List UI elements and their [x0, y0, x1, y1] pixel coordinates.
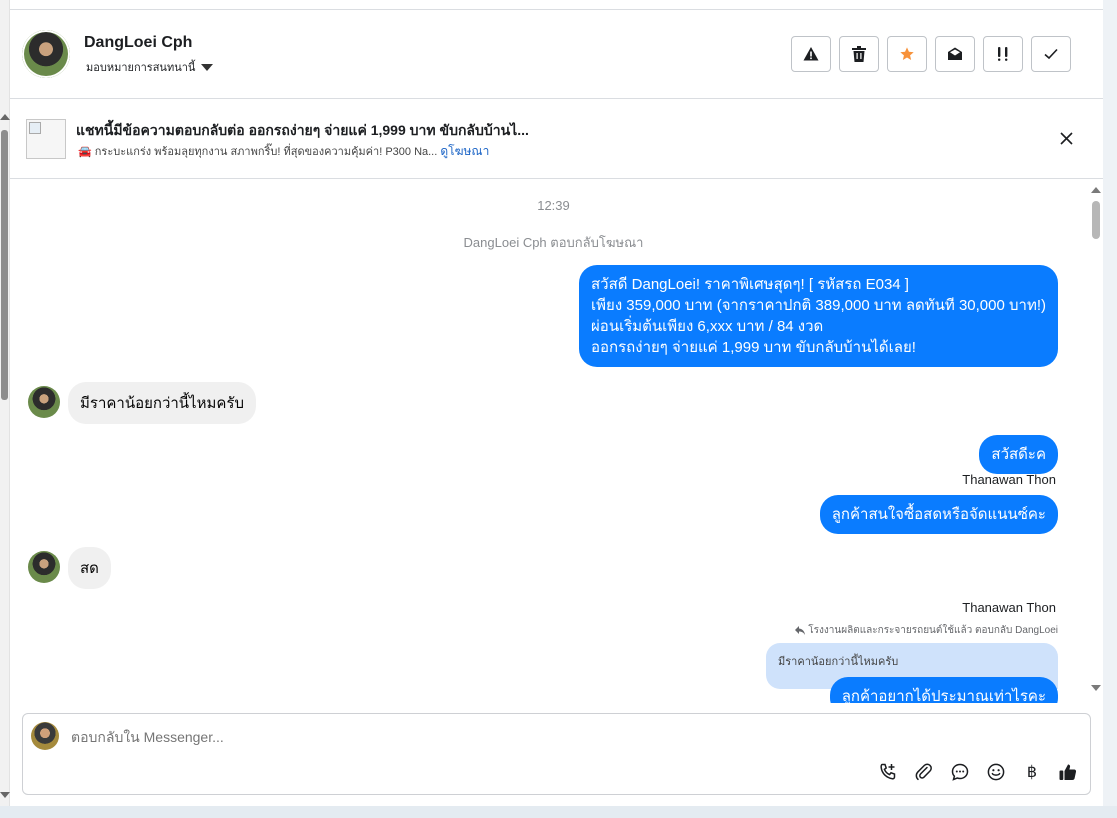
- outer-scrollbar[interactable]: [0, 0, 10, 806]
- mark-done-button[interactable]: [1031, 36, 1071, 72]
- close-icon: [1059, 131, 1073, 145]
- thumbs-up-icon: [1059, 764, 1077, 780]
- timestamp: 12:39: [537, 198, 570, 213]
- scroll-down-arrow-icon[interactable]: [0, 792, 10, 798]
- top-divider: [10, 0, 1103, 10]
- mail-open-icon: [948, 47, 962, 60]
- ad-title: แชทนี้มีข้อความตอบกลับต่อ ออกรถง่ายๆ จ่า…: [76, 122, 529, 138]
- page-gutter-right: [1103, 0, 1117, 818]
- emoji-button[interactable]: [986, 762, 1006, 782]
- contact-avatar-small[interactable]: [28, 551, 60, 583]
- contact-name[interactable]: DangLoei Cph: [84, 34, 192, 52]
- star-icon: [900, 47, 914, 60]
- message-thread[interactable]: 12:39 DangLoei Cph ตอบกลับโฆษณา สวัสดี D…: [10, 179, 1103, 703]
- sender-name: Thanawan Thon: [962, 600, 1056, 615]
- reply-context: โรงงานผลิตและกระจายรถยนต์ใช้แล้ว ตอบกลับ…: [795, 623, 1058, 638]
- message-line: ผ่อนเริ่มต้นเพียง 6,xxx บาท / 84 งวด: [591, 318, 824, 335]
- close-banner-button[interactable]: [1057, 129, 1075, 147]
- contact-avatar-small[interactable]: [28, 386, 60, 418]
- baht-icon: ฿: [1026, 764, 1038, 781]
- ad-subtitle: 🚘 กระบะแกร่ง พร้อมลุยทุกงาน สภาพกริ๊บ! ท…: [78, 146, 438, 158]
- page-gutter-bottom: [0, 806, 1117, 818]
- reply-arrow-icon: [795, 626, 806, 635]
- attach-icon: [915, 763, 932, 781]
- message-line: สวัสดี DangLoei! ราคาพิเศษสุดๆ! [ รหัสรถ…: [591, 276, 909, 293]
- reply-context-text: โรงงานผลิตและกระจายรถยนต์ใช้แล้ว ตอบกลับ…: [808, 625, 1058, 636]
- attach-button[interactable]: [914, 762, 934, 782]
- follow-up-button[interactable]: [983, 36, 1023, 72]
- ad-reply-banner: แชทนี้มีข้อความตอบกลับต่อ ออกรถง่ายๆ จ่า…: [10, 99, 1103, 179]
- delete-button[interactable]: [839, 36, 879, 72]
- warning-icon: [803, 47, 819, 61]
- incoming-message[interactable]: มีราคาน้อยกว่านี้ไหมครับ: [68, 382, 256, 424]
- reply-input[interactable]: [71, 729, 671, 745]
- composer-tools: ฿: [878, 762, 1078, 782]
- thread-scrollbar[interactable]: [1089, 179, 1103, 703]
- view-ad-link[interactable]: ดูโฆษณา: [440, 144, 489, 158]
- outgoing-message[interactable]: สวัสดี DangLoei! ราคาพิเศษสุดๆ! [ รหัสรถ…: [579, 265, 1058, 367]
- star-button[interactable]: [887, 36, 927, 72]
- follow-up-icon: [998, 47, 1008, 61]
- conversation-header: DangLoei Cph มอบหมายการสนทนานี้: [10, 10, 1103, 99]
- outer-scroll-thumb[interactable]: [1, 130, 8, 400]
- assign-conversation-dropdown[interactable]: มอบหมายการสนทนานี้: [86, 58, 214, 76]
- incoming-message[interactable]: สด: [68, 547, 111, 589]
- assign-label: มอบหมายการสนทนานี้: [86, 62, 196, 74]
- mark-unread-button[interactable]: [935, 36, 975, 72]
- message-line: เพียง 359,000 บาท (จากราคาปกติ 389,000 บ…: [591, 297, 1046, 314]
- scroll-up-arrow-icon[interactable]: [0, 114, 10, 120]
- system-note: DangLoei Cph ตอบกลับโฆษณา: [463, 235, 644, 250]
- ad-thumbnail[interactable]: [26, 119, 66, 159]
- like-button[interactable]: [1058, 762, 1078, 782]
- check-icon: [1044, 48, 1058, 60]
- sender-name: Thanawan Thon: [962, 472, 1056, 487]
- saved-replies-button[interactable]: [950, 762, 970, 782]
- message-composer: ฿: [22, 713, 1091, 795]
- call-add-icon: [880, 763, 896, 780]
- message-line: ออกรถง่ายๆ จ่ายแค่ 1,999 บาท ขับกลับบ้าน…: [591, 339, 916, 356]
- call-button[interactable]: [878, 762, 898, 782]
- report-spam-button[interactable]: [791, 36, 831, 72]
- chat-bubble-icon: [951, 763, 969, 781]
- page-avatar: [31, 722, 59, 750]
- outgoing-message[interactable]: ลูกค้าสนใจซื้อสดหรือจัดแนนซ์คะ: [819, 495, 1058, 534]
- chevron-down-icon: [201, 63, 214, 71]
- trash-icon: [852, 46, 866, 62]
- scroll-down-arrow-icon[interactable]: [1091, 685, 1101, 691]
- outgoing-message[interactable]: ลูกค้าอยากได้ประมาณเท่าไรคะ: [829, 677, 1058, 703]
- scroll-up-arrow-icon[interactable]: [1091, 187, 1101, 193]
- header-actions: [791, 36, 1071, 72]
- contact-avatar[interactable]: [22, 30, 70, 78]
- emoji-icon: [987, 763, 1005, 781]
- ad-subtitle-row: 🚘 กระบะแกร่ง พร้อมลุยทุกงาน สภาพกริ๊บ! ท…: [78, 142, 489, 161]
- outgoing-message[interactable]: สวัสดีะค: [979, 435, 1058, 474]
- payment-button[interactable]: ฿: [1022, 762, 1042, 782]
- thread-scroll-thumb[interactable]: [1092, 201, 1100, 239]
